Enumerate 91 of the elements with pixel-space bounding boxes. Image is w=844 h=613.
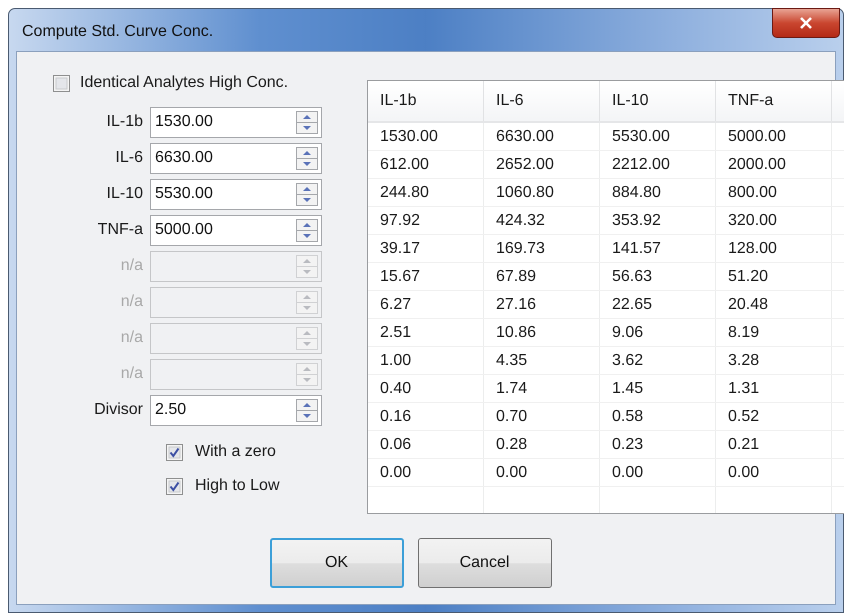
table-cell: 169.73 bbox=[484, 234, 600, 262]
checkbox[interactable] bbox=[53, 74, 70, 92]
table-cell: 56.63 bbox=[600, 262, 716, 290]
table-cell: 0.00 bbox=[600, 458, 716, 486]
table-cell: 5530.00 bbox=[600, 122, 716, 150]
spin-field[interactable]: 1530.00 bbox=[150, 106, 322, 138]
table-cell: 97.92 bbox=[368, 206, 484, 234]
column-header[interactable]: IL-6 bbox=[484, 81, 600, 122]
table-cell: 0.70 bbox=[484, 402, 600, 430]
checkbox[interactable] bbox=[166, 444, 183, 460]
table-cell: 0.00 bbox=[716, 458, 832, 486]
table-cell: 4.35 bbox=[484, 346, 600, 374]
table-cell: 320.00 bbox=[716, 206, 832, 234]
table-cell: 5000.00 bbox=[716, 122, 832, 150]
column-header[interactable]: IL-1b bbox=[368, 81, 484, 122]
spinner-icon[interactable] bbox=[296, 110, 318, 134]
table-cell: 8.19 bbox=[716, 318, 832, 346]
table-cell: 51.20 bbox=[716, 262, 832, 290]
field-label: n/a bbox=[120, 329, 144, 347]
field-label: n/a bbox=[120, 365, 144, 383]
number-field[interactable]: 5000.00 bbox=[155, 221, 296, 239]
table-cell: 0.28 bbox=[484, 430, 600, 458]
table-cell: 0.00 bbox=[368, 458, 484, 486]
table-cell: 6.27 bbox=[368, 290, 484, 318]
table-cell: 2652.00 bbox=[484, 150, 600, 178]
number-field[interactable]: 5530.00 bbox=[155, 185, 296, 203]
table-cell: 2000.00 bbox=[716, 150, 832, 178]
table-cell: 0.52 bbox=[716, 402, 832, 430]
spinner-icon[interactable] bbox=[296, 182, 318, 206]
table-cell: 0.40 bbox=[368, 374, 484, 402]
column-header[interactable]: TNF-a bbox=[716, 81, 832, 122]
number-field[interactable]: 6630.00 bbox=[155, 149, 296, 167]
table-cell: 0.06 bbox=[368, 430, 484, 458]
dialog-button[interactable]: Cancel bbox=[418, 538, 552, 588]
spinner-icon[interactable] bbox=[296, 398, 318, 422]
table-cell: 3.28 bbox=[716, 346, 832, 374]
field-label: TNF-a bbox=[96, 221, 144, 239]
table-cell: 128.00 bbox=[716, 234, 832, 262]
table-cell: 1530.00 bbox=[368, 122, 484, 150]
table-cell: 0.16 bbox=[368, 402, 484, 430]
table-cell: 0.58 bbox=[600, 402, 716, 430]
field-label: IL-1b bbox=[106, 113, 144, 131]
spin-field[interactable]: 5530.00 bbox=[150, 178, 322, 210]
table-cell: 1.00 bbox=[368, 346, 484, 374]
table-cell: 22.65 bbox=[600, 290, 716, 318]
table-cell: 0.23 bbox=[600, 430, 716, 458]
spin-field[interactable]: 6630.00 bbox=[150, 142, 322, 174]
table-cell: 9.06 bbox=[600, 318, 716, 346]
close-button[interactable] bbox=[772, 8, 840, 38]
field-label: n/a bbox=[120, 257, 144, 275]
table-cell: 244.80 bbox=[368, 178, 484, 206]
table-cell: 3.62 bbox=[600, 346, 716, 374]
checkbox-label: Identical Analytes High Conc. bbox=[80, 74, 288, 92]
table-cell: 0.21 bbox=[716, 430, 832, 458]
table-cell: 1.31 bbox=[716, 374, 832, 402]
table-cell: 0.00 bbox=[484, 458, 600, 486]
checkbox[interactable] bbox=[166, 478, 183, 494]
field-label: n/a bbox=[120, 293, 144, 311]
field-label: Divisor bbox=[93, 401, 144, 419]
table-cell: 2.51 bbox=[368, 318, 484, 346]
table-cell: 2212.00 bbox=[600, 150, 716, 178]
dialog-button[interactable]: OK bbox=[270, 538, 404, 588]
checkbox-label: High to Low bbox=[195, 477, 280, 495]
table-cell: 15.67 bbox=[368, 262, 484, 290]
table-cell: 27.16 bbox=[484, 290, 600, 318]
table-cell: 884.80 bbox=[600, 178, 716, 206]
table-cell: 141.57 bbox=[600, 234, 716, 262]
table-cell: 20.48 bbox=[716, 290, 832, 318]
table-cell: 67.89 bbox=[484, 262, 600, 290]
number-field[interactable]: 2.50 bbox=[155, 401, 296, 419]
table-cell: 6630.00 bbox=[484, 122, 600, 150]
table-cell: 424.32 bbox=[484, 206, 600, 234]
number-field[interactable]: 1530.00 bbox=[155, 113, 296, 131]
window-title: Compute Std. Curve Conc. bbox=[22, 23, 214, 41]
spin-field[interactable]: 2.50 bbox=[150, 394, 322, 426]
table-cell: 39.17 bbox=[368, 234, 484, 262]
spinner-icon[interactable] bbox=[296, 146, 318, 170]
table-cell: 1.74 bbox=[484, 374, 600, 402]
table-cell: 800.00 bbox=[716, 178, 832, 206]
close-icon bbox=[799, 17, 813, 29]
table-cell: 10.86 bbox=[484, 318, 600, 346]
field-label: IL-10 bbox=[106, 185, 144, 203]
spin-field[interactable]: 5000.00 bbox=[150, 214, 322, 246]
checkbox-label: With a zero bbox=[195, 443, 276, 461]
column-header[interactable]: IL-10 bbox=[600, 81, 716, 122]
table-cell: 1.45 bbox=[600, 374, 716, 402]
field-label: IL-6 bbox=[114, 149, 144, 167]
table-cell: 612.00 bbox=[368, 150, 484, 178]
table-cell: 1060.80 bbox=[484, 178, 600, 206]
table-cell: 353.92 bbox=[600, 206, 716, 234]
spinner-icon[interactable] bbox=[296, 218, 318, 242]
